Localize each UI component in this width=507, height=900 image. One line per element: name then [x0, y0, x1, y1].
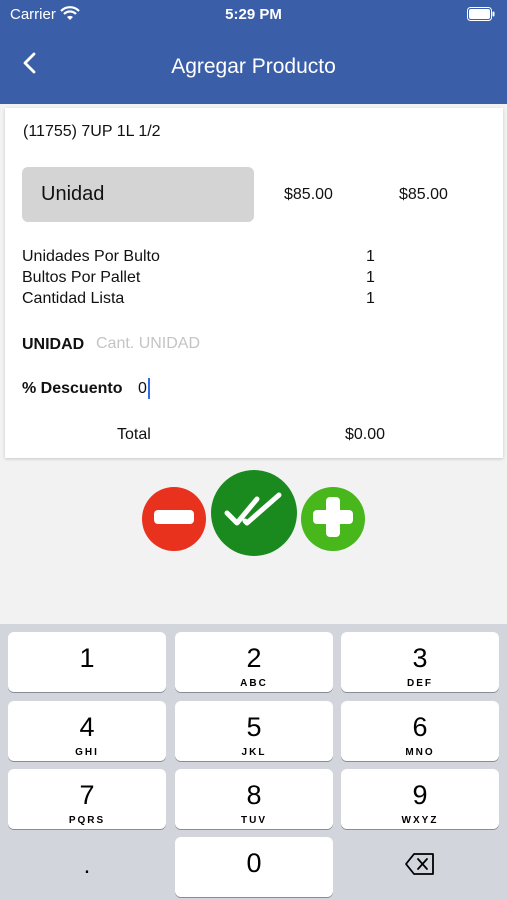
key-digit: 3 — [412, 643, 428, 673]
unit-selector-label: Unidad — [41, 183, 105, 205]
decrease-button[interactable] — [142, 487, 206, 551]
minus-circle-icon — [154, 509, 194, 529]
info-label-bultos-por-pallet: Bultos Por Pallet — [22, 269, 141, 286]
key-digit: 9 — [412, 780, 428, 810]
key-5[interactable]: 5 JKL — [175, 701, 333, 761]
key-digit: 1 — [79, 643, 95, 673]
info-label-cantidad-lista: Cantidad Lista — [22, 290, 125, 307]
key-letters: DEF — [407, 678, 433, 689]
text-caret — [148, 378, 150, 399]
nav-header: Carrier 5:29 PM Agregar Producto — [0, 0, 507, 104]
info-value-bultos-por-pallet: 1 — [366, 269, 375, 286]
key-digit: 6 — [412, 712, 428, 742]
key-letters: WXYZ — [401, 815, 439, 826]
key-8[interactable]: 8 TUV — [175, 769, 333, 829]
unit-selector-button[interactable]: Unidad — [22, 167, 254, 222]
key-1[interactable]: 1 — [8, 632, 166, 692]
descuento-label: % Descuento — [22, 380, 123, 397]
key-6[interactable]: 6 MNO — [341, 701, 499, 761]
battery-icon — [467, 7, 495, 26]
key-digit: 5 — [246, 712, 262, 742]
key-0[interactable]: 0 — [175, 837, 333, 897]
info-value-cantidad-lista: 1 — [366, 290, 375, 307]
key-letters: GHI — [75, 747, 99, 758]
key-letters: JKL — [241, 747, 267, 758]
list-price: $85.00 — [399, 186, 448, 203]
status-time: 5:29 PM — [225, 6, 282, 23]
increase-button[interactable] — [301, 487, 365, 551]
page-title: Agregar Producto — [171, 55, 336, 78]
key-dot[interactable]: . — [8, 838, 166, 894]
delete-key[interactable] — [341, 838, 499, 894]
product-card: (11755) 7UP 1L 1/2 Unidad $85.00 $85.00 … — [5, 108, 503, 458]
key-2[interactable]: 2 ABC — [175, 632, 333, 692]
descuento-input[interactable]: 0 — [138, 380, 147, 398]
key-4[interactable]: 4 GHI — [8, 701, 166, 761]
plus-circle-icon — [313, 496, 353, 542]
info-value-unidades-por-bulto: 1 — [366, 248, 375, 265]
key-digit: 2 — [246, 643, 262, 673]
key-letters: MNO — [405, 747, 435, 758]
key-letters: ABC — [240, 678, 268, 689]
key-3[interactable]: 3 DEF — [341, 632, 499, 692]
screen: Carrier 5:29 PM Agregar Producto (11755)… — [0, 0, 507, 900]
key-letters: PQRS — [68, 815, 106, 826]
status-bar: Carrier 5:29 PM — [0, 0, 507, 30]
unit-price: $85.00 — [284, 186, 333, 203]
confirm-button[interactable] — [211, 470, 297, 556]
total-value: $0.00 — [345, 426, 386, 443]
key-digit: 4 — [79, 712, 95, 742]
key-9[interactable]: 9 WXYZ — [341, 769, 499, 829]
product-name: (11755) 7UP 1L 1/2 — [23, 123, 161, 140]
key-digit: 7 — [79, 780, 95, 810]
backspace-icon — [405, 852, 435, 880]
key-digit: 8 — [246, 780, 262, 810]
info-label-unidades-por-bulto: Unidades Por Bulto — [22, 248, 160, 265]
key-7[interactable]: 7 PQRS — [8, 769, 166, 829]
key-letters: TUV — [241, 815, 267, 826]
unidad-label: UNIDAD — [22, 336, 85, 353]
unidad-quantity-input[interactable] — [96, 332, 296, 356]
total-label: Total — [117, 426, 151, 443]
double-check-icon — [224, 491, 284, 536]
key-digit: 0 — [246, 848, 262, 878]
